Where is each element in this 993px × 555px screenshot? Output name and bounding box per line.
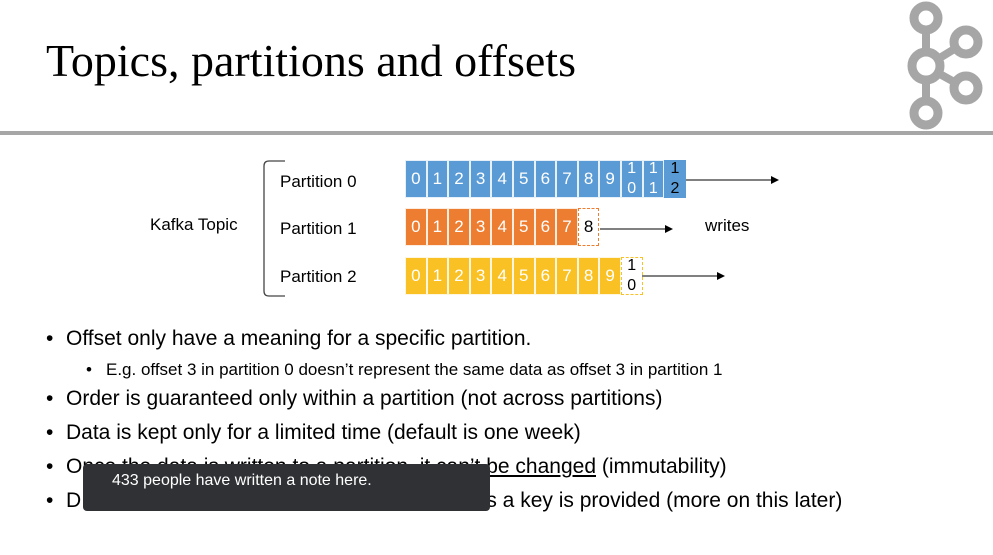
offset-cell: 5 [512,208,535,246]
offset-cell: 3 [469,160,492,198]
partition-label-1: Partition 1 [280,219,357,238]
offset-cell: 1 [426,257,449,295]
writes-label: writes [705,216,750,235]
offset-cell: 7 [556,208,578,246]
offset-cell: 4 [491,160,513,198]
offset-cell: 11 [642,160,665,198]
offset-cell: 6 [534,257,557,295]
offset-cell: 9 [599,160,621,198]
sub-bullet-item: E.g. offset 3 in partition 0 doesn’t rep… [46,358,986,384]
offset-cell: 10 [620,160,643,198]
title-divider [0,131,993,135]
kafka-logo-icon [907,1,983,130]
partition-0-log: 0 1 2 3 4 5 6 7 8 9 10 11 12 [405,160,686,198]
partition-label-2: Partition 2 [280,267,357,286]
offset-cell: 6 [534,208,557,246]
partition-2-log: 0 1 2 3 4 5 6 7 8 9 10 [405,257,643,295]
offset-cell: 5 [512,257,535,295]
bullet-item: Order is guaranteed only within a partit… [46,384,986,418]
offset-cell: 4 [491,208,513,246]
offset-cell: 7 [556,160,578,198]
offset-cell: 8 [577,160,600,198]
partition-1-log: 0 1 2 3 4 5 6 7 8 [405,208,600,246]
offset-cell: 4 [491,257,513,295]
offset-cell: 1 [426,208,449,246]
partition-label-0: Partition 0 [280,172,357,191]
offset-cell: 3 [469,208,492,246]
offset-cell: 2 [448,160,470,198]
offset-cell: 0 [405,208,427,246]
offset-cell: 2 [448,208,470,246]
offset-cell: 3 [469,257,492,295]
next-offset-cell: 12 [664,160,686,198]
offset-cell: 8 [577,257,600,295]
offset-cell: 9 [599,257,621,295]
next-offset-cell: 10 [620,257,643,295]
offset-cell: 7 [556,257,578,295]
offset-cell: 0 [405,160,427,198]
offset-cell: 5 [512,160,535,198]
offset-cell: 6 [534,160,557,198]
page-title: Topics, partitions and offsets [46,35,576,86]
bullet-item: Offset only have a meaning for a specifi… [46,324,986,358]
bullet-item: Data is kept only for a limited time (de… [46,418,986,452]
notes-tooltip[interactable]: 433 people have written a note here. [83,464,490,511]
next-offset-cell: 8 [577,208,600,246]
tooltip-text: 433 people have written a note here. [112,472,372,489]
offset-cell: 0 [405,257,427,295]
offset-cell: 2 [448,257,470,295]
offset-cell: 1 [426,160,449,198]
topic-label: Kafka Topic [150,215,238,234]
